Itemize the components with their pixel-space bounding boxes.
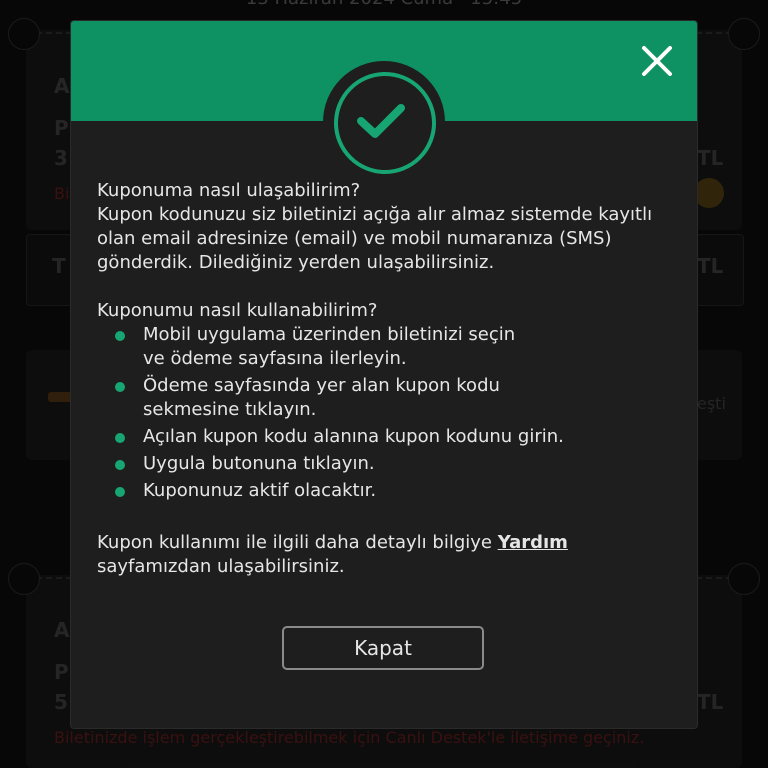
help-footer-suffix: sayfamızdan ulaşabilirsiniz. xyxy=(97,556,345,577)
close-icon[interactable] xyxy=(639,43,675,79)
help-footer-prefix: Kupon kullanımı ile ilgili daha detaylı … xyxy=(97,532,498,553)
bullet-dot-icon xyxy=(115,331,125,341)
list-item: Mobil uygulama üzerinden biletinizi seçi… xyxy=(115,323,677,371)
list-item: Açılan kupon kodu alanına kupon kodunu g… xyxy=(115,425,677,449)
step-text: Ödeme sayfasında yer alan kupon kodu xyxy=(143,375,500,396)
list-item: Kuponunuz aktif olacaktır. xyxy=(115,479,677,503)
bullet-dot-icon xyxy=(115,460,125,470)
bullet-dot-icon xyxy=(115,382,125,392)
success-badge xyxy=(323,61,445,183)
answer-access-line: gönderdik. Dilediğiniz yerden ulaşabilir… xyxy=(97,252,495,273)
step-text: sekmesine tıklayın. xyxy=(143,399,317,420)
list-item: Uygula butonuna tıklayın. xyxy=(115,452,677,476)
bullet-dot-icon xyxy=(115,433,125,443)
answer-access-line: olan email adresinize (email) ve mobil n… xyxy=(97,228,612,249)
question-usage: Kuponumu nasıl kullanabilirim? xyxy=(97,300,378,321)
step-text: Mobil uygulama üzerinden biletinizi seçi… xyxy=(143,324,516,345)
usage-steps-list: Mobil uygulama üzerinden biletinizi seçi… xyxy=(97,323,677,503)
list-item: Ödeme sayfasında yer alan kupon kodu sek… xyxy=(115,374,677,422)
step-text: Uygula butonuna tıklayın. xyxy=(143,453,375,474)
help-link[interactable]: Yardım xyxy=(498,532,568,553)
checkmark-icon xyxy=(334,72,436,174)
answer-access-line: Kupon kodunuzu siz biletinizi açığa alır… xyxy=(97,204,653,225)
step-text: ve ödeme sayfasına ilerleyin. xyxy=(143,348,407,369)
coupon-info-modal: Kuponuma nasıl ulaşabilirim? Kupon kodun… xyxy=(71,21,697,728)
close-button[interactable]: Kapat xyxy=(282,626,484,670)
help-footer-text: Kupon kullanımı ile ilgili daha detaylı … xyxy=(97,531,677,555)
bullet-dot-icon xyxy=(115,487,125,497)
step-text: Açılan kupon kodu alanına kupon kodunu g… xyxy=(143,426,564,447)
modal-body: Kuponuma nasıl ulaşabilirim? Kupon kodun… xyxy=(97,179,677,579)
question-access: Kuponuma nasıl ulaşabilirim? xyxy=(97,180,361,201)
step-text: Kuponunuz aktif olacaktır. xyxy=(143,480,377,501)
